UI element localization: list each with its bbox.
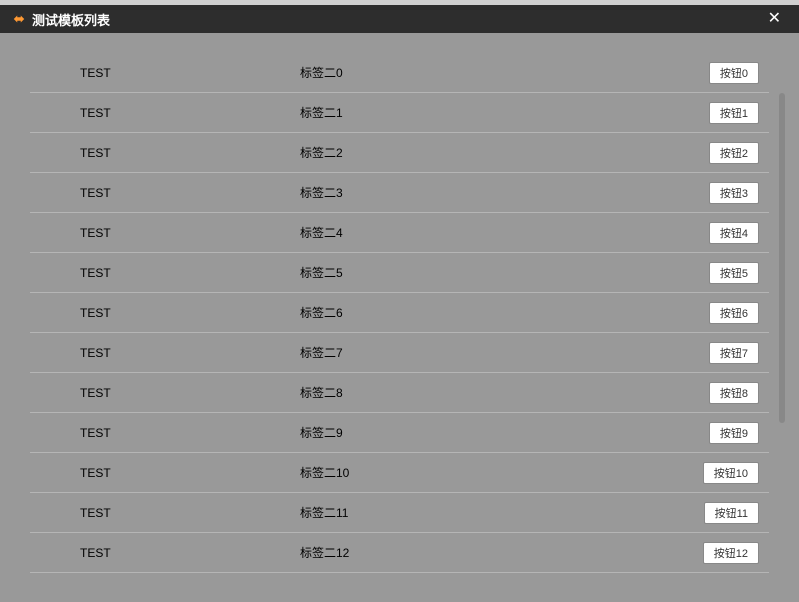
row-action-button[interactable]: 按钮3 xyxy=(709,182,759,204)
list-row: TEST标签二10 按钮10 xyxy=(30,453,769,493)
content-area: TEST标签二0按钮0TEST标签二1按钮1TEST标签二2按钮2TEST标签二… xyxy=(0,33,799,602)
row-action-button[interactable]: 按钮0 xyxy=(709,62,759,84)
row-action-button[interactable]: 按钮2 xyxy=(709,142,759,164)
row-label-1: TEST xyxy=(80,386,300,400)
row-label-2: 标签二2 xyxy=(300,144,679,161)
row-action-cell: 按钮12 xyxy=(679,542,759,564)
row-action-cell: 按钮9 xyxy=(679,422,759,444)
row-label-1: TEST xyxy=(80,346,300,360)
row-action-button[interactable]: 按钮4 xyxy=(709,222,759,244)
list-row: TEST标签二9 按钮9 xyxy=(30,413,769,453)
list-row: TEST标签二1 按钮1 xyxy=(30,93,769,133)
row-action-cell: 按钮6 xyxy=(679,302,759,324)
row-label-2: 标签二11 xyxy=(300,504,679,521)
row-label-2: 标签二10 xyxy=(300,464,679,481)
row-label-1: TEST xyxy=(80,306,300,320)
row-label-1: TEST xyxy=(80,266,300,280)
row-label-1: TEST xyxy=(80,426,300,440)
list-row: TEST标签二4 按钮4 xyxy=(30,213,769,253)
row-action-button[interactable]: 按钮7 xyxy=(709,342,759,364)
row-label-2: 标签二9 xyxy=(300,424,679,441)
row-action-button[interactable]: 按钮10 xyxy=(703,462,759,484)
row-label-2: 标签二6 xyxy=(300,304,679,321)
row-action-button[interactable]: 按钮8 xyxy=(709,382,759,404)
row-label-1: TEST xyxy=(80,506,300,520)
list-row: TEST标签二7 按钮7 xyxy=(30,333,769,373)
list-row: TEST标签二0 按钮0 xyxy=(30,53,769,93)
row-label-1: TEST xyxy=(80,66,300,80)
row-label-1: TEST xyxy=(80,146,300,160)
row-label-2: 标签二3 xyxy=(300,184,679,201)
dialog-header: 测试模板列表 ✕ xyxy=(0,5,799,33)
list-row: TEST标签二8 按钮8 xyxy=(30,373,769,413)
close-button[interactable]: ✕ xyxy=(762,9,787,29)
list-row: TEST标签二2 按钮2 xyxy=(30,133,769,173)
row-action-button[interactable]: 按钮5 xyxy=(709,262,759,284)
list-container: TEST标签二0按钮0TEST标签二1按钮1TEST标签二2按钮2TEST标签二… xyxy=(30,53,769,592)
app-icon xyxy=(12,12,26,26)
row-label-2: 标签二5 xyxy=(300,264,679,281)
list-row: TEST标签二3 按钮3 xyxy=(30,173,769,213)
row-label-1: TEST xyxy=(80,186,300,200)
row-label-2: 标签二0 xyxy=(300,64,679,81)
row-action-button[interactable]: 按钮9 xyxy=(709,422,759,444)
list-row: TEST标签二12 按钮12 xyxy=(30,533,769,573)
row-action-cell: 按钮3 xyxy=(679,182,759,204)
scrollbar-thumb[interactable] xyxy=(779,93,785,423)
row-label-1: TEST xyxy=(80,546,300,560)
row-label-2: 标签二4 xyxy=(300,224,679,241)
row-label-2: 标签二8 xyxy=(300,384,679,401)
row-label-2: 标签二1 xyxy=(300,104,679,121)
row-action-button[interactable]: 按钮1 xyxy=(709,102,759,124)
dialog-title: 测试模板列表 xyxy=(32,10,110,29)
row-action-button[interactable]: 按钮12 xyxy=(703,542,759,564)
row-action-cell: 按钮8 xyxy=(679,382,759,404)
row-action-cell: 按钮4 xyxy=(679,222,759,244)
row-action-cell: 按钮11 xyxy=(679,502,759,524)
row-label-1: TEST xyxy=(80,466,300,480)
row-action-cell: 按钮1 xyxy=(679,102,759,124)
row-label-1: TEST xyxy=(80,106,300,120)
row-label-2: 标签二12 xyxy=(300,544,679,561)
list-row: TEST标签二11 按钮11 xyxy=(30,493,769,533)
list-row: TEST标签二5 按钮5 xyxy=(30,253,769,293)
row-action-button[interactable]: 按钮6 xyxy=(709,302,759,324)
row-action-button[interactable]: 按钮11 xyxy=(704,502,759,524)
row-action-cell: 按钮5 xyxy=(679,262,759,284)
row-label-1: TEST xyxy=(80,226,300,240)
row-action-cell: 按钮10 xyxy=(679,462,759,484)
row-action-cell: 按钮7 xyxy=(679,342,759,364)
row-label-2: 标签二7 xyxy=(300,344,679,361)
list-row: TEST标签二6 按钮6 xyxy=(30,293,769,333)
row-action-cell: 按钮2 xyxy=(679,142,759,164)
row-action-cell: 按钮0 xyxy=(679,62,759,84)
